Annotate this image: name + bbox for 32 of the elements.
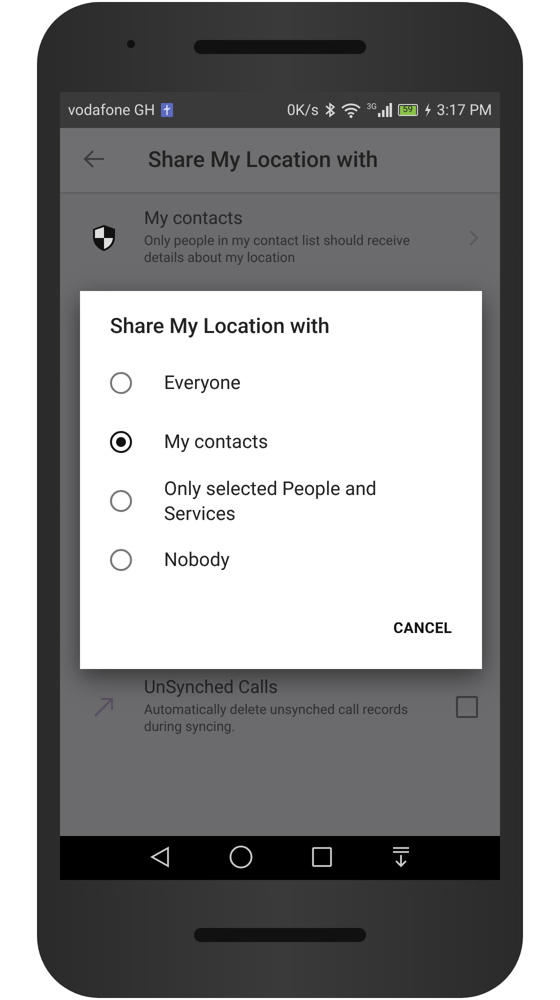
screen-title: Share My Location with [148, 148, 378, 172]
option-label[interactable]: Everyone [164, 370, 241, 395]
radio-button[interactable] [110, 372, 132, 394]
setting-description: Only people in my contact list should receive details about my location [144, 233, 411, 267]
setting-title: UnSynched Calls [144, 677, 279, 698]
radio-button[interactable] [110, 430, 132, 452]
charging-icon [424, 103, 431, 117]
cancel-button[interactable]: CANCEL [383, 611, 462, 645]
option-label[interactable]: Nobody [164, 547, 230, 572]
setting-title: My contacts [144, 208, 244, 229]
recents-button[interactable] [312, 846, 332, 870]
option-label[interactable]: Only selected People and Services [164, 476, 424, 526]
radio-button[interactable] [110, 548, 132, 570]
radio-button[interactable] [110, 490, 132, 512]
dialog-title: Share My Location with [110, 315, 331, 339]
clock-time: 3:17 PM [436, 101, 492, 119]
network-speed: 0K/s [286, 101, 319, 119]
wifi-icon [340, 102, 361, 118]
arrow-up-right-icon [93, 696, 115, 718]
usb-icon [160, 103, 173, 117]
signal-icon [378, 103, 392, 117]
network-type: 3G [366, 103, 377, 111]
back-nav-button[interactable] [150, 846, 170, 870]
bluetooth-icon [324, 102, 335, 118]
checkbox[interactable] [456, 696, 478, 718]
option-label[interactable]: My contacts [164, 429, 268, 454]
carrier-name: vodafone GH [68, 101, 155, 119]
shield-icon [93, 224, 115, 250]
camera [127, 40, 135, 48]
home-button[interactable] [228, 844, 252, 872]
battery-icon: 59 [398, 104, 418, 116]
setting-description: Automatically delete unsynched call records during syncing. [144, 702, 409, 736]
